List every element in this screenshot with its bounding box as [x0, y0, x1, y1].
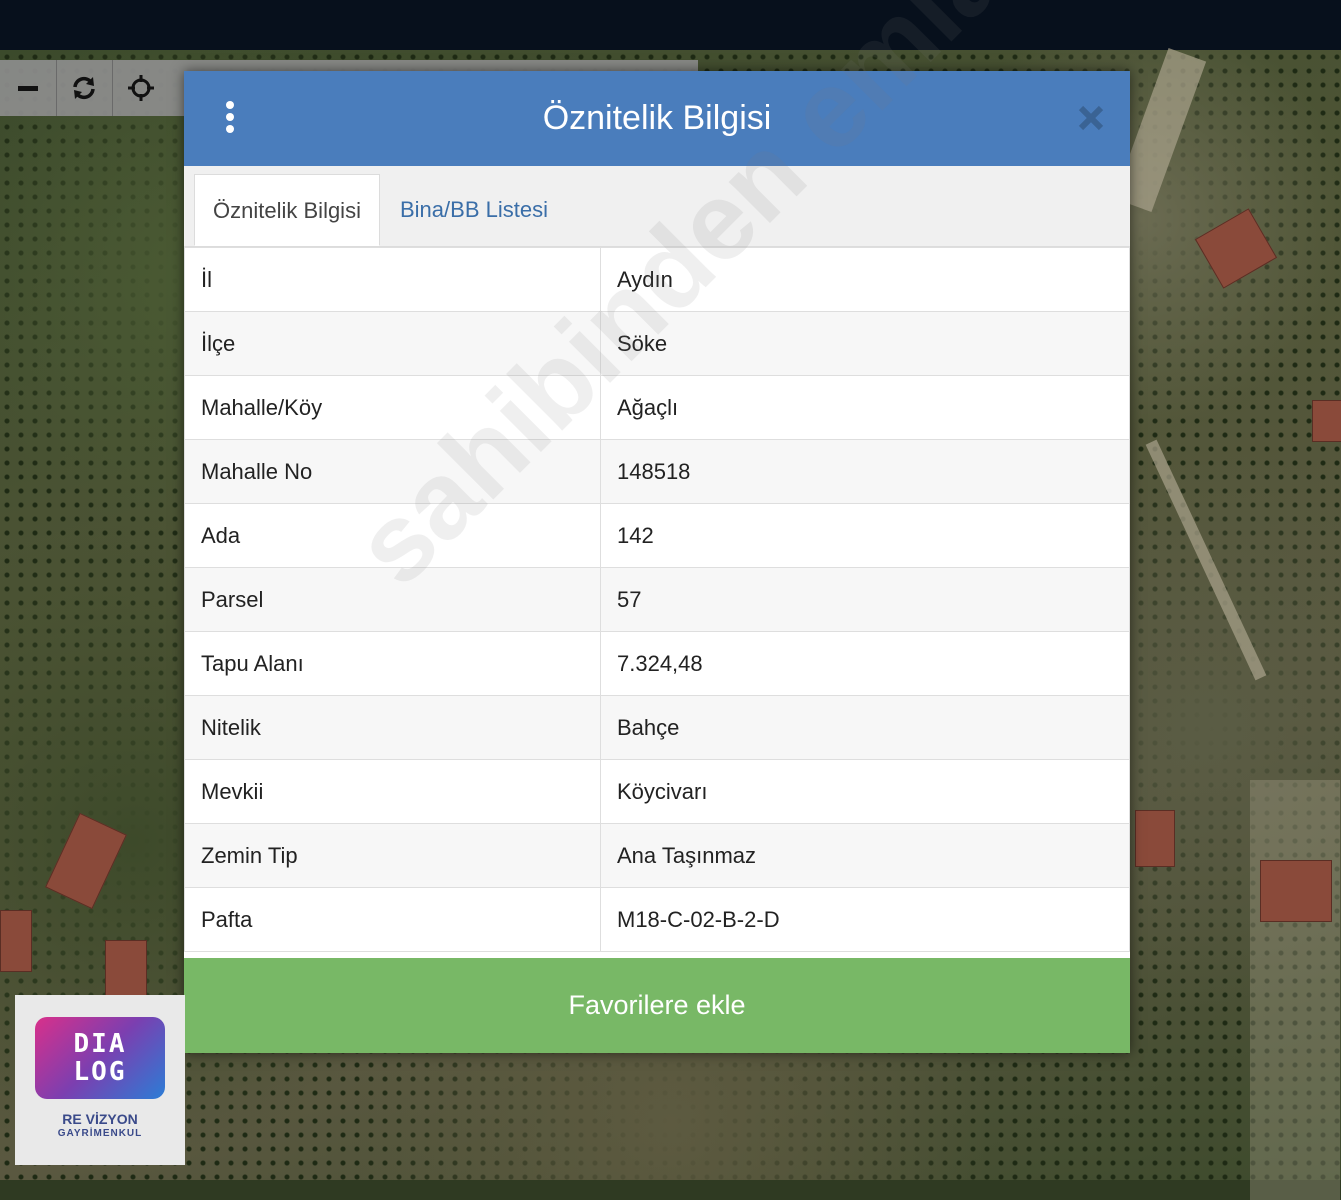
attribute-value: 57: [600, 567, 1130, 632]
dialog-header: Öznitelik Bilgisi: [184, 71, 1130, 166]
table-row: Mevkii Köycivarı: [184, 759, 1130, 824]
table-row: Mahalle No 148518: [184, 439, 1130, 504]
attribute-key: Parsel: [184, 567, 601, 632]
attribute-value: Ağaçlı: [600, 375, 1130, 440]
attribute-key: İl: [184, 247, 601, 312]
table-row: Zemin Tip Ana Taşınmaz: [184, 823, 1130, 888]
attribute-key: Tapu Alanı: [184, 631, 601, 696]
attribute-key: Mevkii: [184, 759, 601, 824]
attribute-key: Zemin Tip: [184, 823, 601, 888]
attribute-value: M18-C-02-B-2-D: [600, 887, 1130, 952]
locate-icon[interactable]: [113, 60, 169, 116]
tab-building-list[interactable]: Bina/BB Listesi: [384, 174, 564, 246]
close-icon[interactable]: [1076, 103, 1106, 133]
attribute-value: 148518: [600, 439, 1130, 504]
zoom-out-icon[interactable]: [0, 60, 56, 116]
attribute-value: Bahçe: [600, 695, 1130, 760]
logo-tagline: GAYRİMENKUL: [57, 1128, 143, 1139]
logo-line2: LOG: [73, 1057, 127, 1087]
add-to-favorites-button[interactable]: Favorilere ekle: [184, 958, 1130, 1053]
attribute-key: Ada: [184, 503, 601, 568]
dialog-title: Öznitelik Bilgisi: [542, 99, 772, 137]
attribute-value: Aydın: [600, 247, 1130, 312]
table-row: İl Aydın: [184, 247, 1130, 312]
attribute-key: Nitelik: [184, 695, 601, 760]
attribute-key: Mahalle/Köy: [184, 375, 601, 440]
attribute-table: İl Aydın İlçe Söke Mahalle/Köy Ağaçlı Mahal…: [184, 247, 1130, 952]
table-row: İlçe Söke: [184, 311, 1130, 376]
top-bar: [0, 0, 1341, 50]
attribute-info-dialog: Öznitelik Bilgisi Öznitelik Bilgisi Bina…: [184, 71, 1130, 1053]
attribute-value: Köycivarı: [600, 759, 1130, 824]
table-row: Mahalle/Köy Ağaçlı: [184, 375, 1130, 440]
logo-subtitle: RE VİZYON: [62, 1111, 138, 1127]
table-row: Pafta M18-C-02-B-2-D: [184, 887, 1130, 952]
attribute-key: Mahalle No: [184, 439, 601, 504]
tab-attribute-info[interactable]: Öznitelik Bilgisi: [194, 174, 380, 246]
attribute-value: 7.324,48: [600, 631, 1130, 696]
table-row: Parsel 57: [184, 567, 1130, 632]
refresh-icon[interactable]: [56, 60, 112, 116]
logo-mark: DIA LOG: [35, 1017, 165, 1099]
attribute-value: 142: [600, 503, 1130, 568]
attribute-value: Söke: [600, 311, 1130, 376]
logo-line1: DIA: [73, 1029, 127, 1059]
table-row: Nitelik Bahçe: [184, 695, 1130, 760]
company-logo: DIA LOG RE VİZYON GAYRİMENKUL: [15, 995, 185, 1165]
table-row: Tapu Alanı 7.324,48: [184, 631, 1130, 696]
tab-bar: Öznitelik Bilgisi Bina/BB Listesi: [184, 166, 1130, 247]
table-row: Ada 142: [184, 503, 1130, 568]
attribute-key: Pafta: [184, 887, 601, 952]
attribute-key: İlçe: [184, 311, 601, 376]
attribute-value: Ana Taşınmaz: [600, 823, 1130, 888]
